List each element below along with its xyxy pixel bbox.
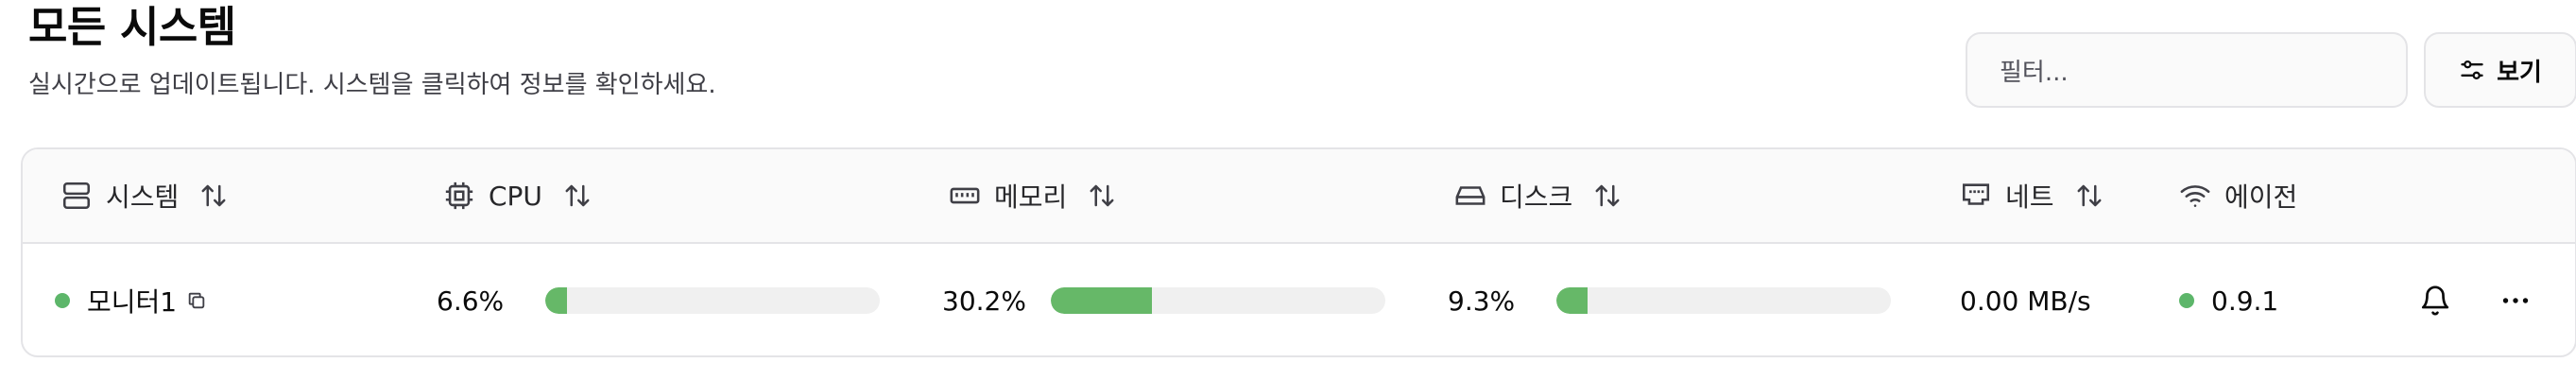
agent-status-dot	[2179, 293, 2194, 308]
server-icon	[62, 181, 91, 210]
column-label-system: 시스템	[106, 181, 180, 213]
wifi-icon	[2180, 185, 2210, 207]
memory-value: 30.2%	[942, 285, 1026, 317]
sort-icon	[1595, 184, 1620, 207]
view-label: 보기	[2497, 58, 2542, 87]
column-label-net: 네트	[2005, 181, 2054, 213]
page-subtitle: 실시간으로 업데이트됩니다. 시스템을 클릭하여 정보를 확인하세요.	[28, 71, 716, 99]
column-label-memory: 메모리	[994, 181, 1068, 213]
table-row[interactable]: 모니터1 6.6% 30.2% 9.3% 0.00 MB/s 0.9.1	[23, 244, 2575, 355]
bell-icon	[2421, 285, 2449, 316]
sort-icon	[2077, 184, 2102, 207]
sort-icon	[201, 184, 226, 207]
column-header-net[interactable]: 네트	[1960, 149, 2104, 242]
agent-cell: 0.9.1	[2179, 244, 2279, 355]
disk-value: 9.3%	[1448, 285, 1516, 317]
net-value: 0.00 MB/s	[1960, 285, 2091, 317]
column-header-agent[interactable]: 에이전	[2179, 149, 2297, 242]
sort-icon	[1090, 184, 1114, 207]
column-header-system[interactable]: 시스템	[60, 149, 228, 242]
filter-placeholder: 필터...	[2000, 58, 2069, 87]
copy-icon[interactable]	[186, 290, 207, 311]
filter-input[interactable]: 필터...	[1966, 32, 2408, 108]
system-cell[interactable]: 모니터1	[55, 244, 207, 355]
table-header: 시스템 CPU 메모리 디스크 네트 에이전	[23, 149, 2575, 244]
column-label-disk: 디스크	[1500, 181, 1573, 213]
agent-version: 0.9.1	[2211, 285, 2279, 317]
cpu-usage-bar	[545, 287, 880, 314]
notifications-button[interactable]	[2419, 244, 2451, 355]
page-title: 모든 시스템	[28, 2, 236, 52]
disk-usage-bar	[1556, 287, 1891, 314]
memory-icon	[950, 187, 980, 204]
column-label-cpu: CPU	[489, 180, 542, 212]
column-header-cpu[interactable]: CPU	[443, 149, 592, 242]
memory-usage-bar	[1051, 287, 1385, 314]
column-header-memory[interactable]: 메모리	[949, 149, 1116, 242]
more-horizontal-icon	[2502, 298, 2529, 303]
column-header-disk[interactable]: 디스크	[1454, 149, 1622, 242]
status-dot	[55, 293, 70, 308]
view-button[interactable]: 보기	[2424, 32, 2576, 108]
cpu-usage-fill	[545, 287, 568, 314]
hard-drive-icon	[1455, 186, 1485, 205]
ethernet-icon	[1962, 183, 1990, 205]
cpu-value: 6.6%	[437, 285, 505, 317]
cpu-icon	[445, 181, 473, 210]
more-options-button[interactable]	[2499, 244, 2533, 355]
sliders-icon	[2461, 60, 2483, 80]
systems-table: 시스템 CPU 메모리 디스크 네트 에이전 모니터1 6.6% 30.2% 9…	[21, 147, 2576, 357]
sort-icon	[565, 184, 590, 207]
column-label-agent: 에이전	[2224, 181, 2298, 213]
memory-usage-fill	[1051, 287, 1152, 314]
disk-usage-fill	[1556, 287, 1588, 314]
system-name: 모니터1	[87, 286, 178, 318]
